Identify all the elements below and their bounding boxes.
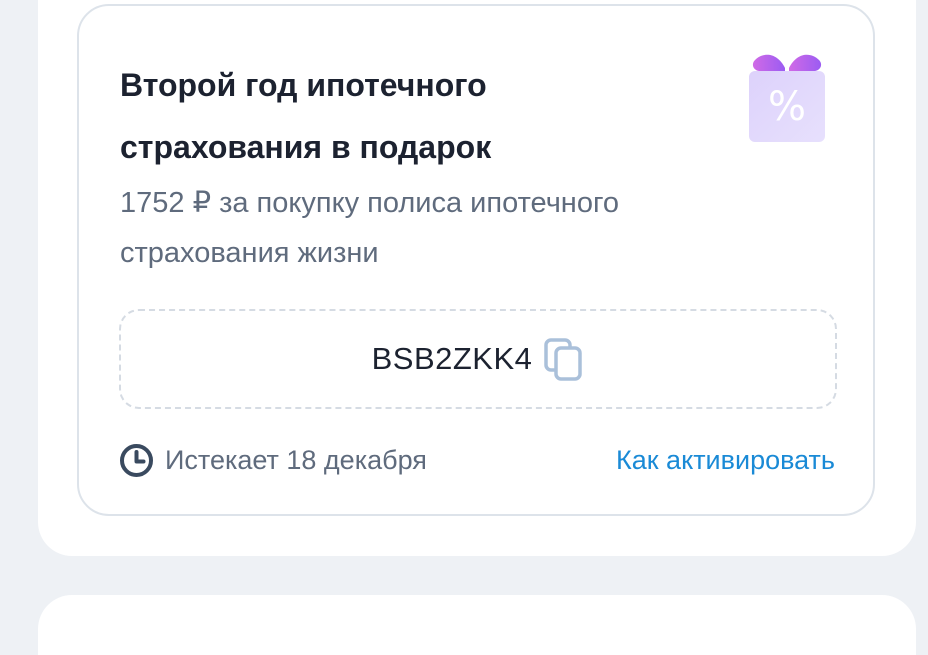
promo-code-box[interactable]: BSB2ZKK4 <box>119 309 837 409</box>
promo-card: Второй год ипотечного страхования в пода… <box>77 4 875 516</box>
clock-icon <box>120 443 153 477</box>
gift-percent-icon: % <box>749 54 825 142</box>
promo-subtitle: 1752 ₽ за покупку полиса ипотечного стра… <box>120 187 620 269</box>
promo-title: Второй год ипотечного страхования в пода… <box>120 67 492 165</box>
copy-icon[interactable] <box>544 338 584 382</box>
next-card-edge <box>38 595 916 655</box>
gift-icon-symbol: % <box>768 84 806 130</box>
promo-code[interactable]: BSB2ZKK4 <box>372 341 533 377</box>
expiry-info: Истекает 18 декабря <box>119 440 427 480</box>
how-to-activate-link[interactable]: Как активировать <box>616 440 835 480</box>
expiry-text: Истекает 18 декабря <box>165 444 427 475</box>
